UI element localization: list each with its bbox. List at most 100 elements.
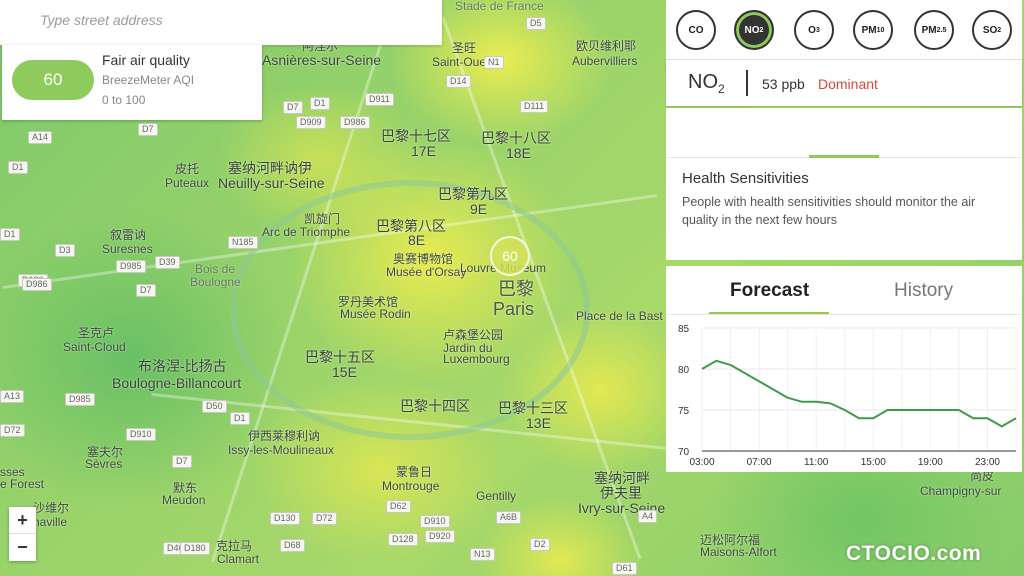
road-number-tag: D909 (296, 116, 326, 129)
map-place-label: Sèvres (85, 457, 123, 471)
health-title: Health Sensitivities (682, 170, 809, 187)
road-number-tag: D14 (446, 75, 471, 88)
road-number-tag: D39 (155, 256, 180, 269)
map-place-label: Puteaux (165, 176, 210, 190)
map-place-label: 蒙鲁日 (396, 465, 433, 479)
road-number-tag: A6B (496, 511, 522, 524)
map-place-label: haville (33, 515, 68, 529)
road-number-tag: D72 (0, 424, 25, 437)
y-tick-label: 70 (678, 447, 690, 458)
road-number-tag: D985 (116, 260, 146, 273)
road-number-tag: D986 (22, 278, 52, 291)
map-place-label: 巴黎十三区 (498, 400, 568, 416)
map-place-label: Musée d'Orsay (386, 265, 467, 279)
health-indicator-bar (809, 155, 879, 158)
tab-forecast[interactable]: Forecast (730, 280, 809, 302)
active-tab-underline (709, 312, 829, 314)
pollutant-concentration: 53 ppb (762, 76, 805, 92)
selected-pollutant-name: NO2 (688, 71, 725, 96)
forecast-chart: 70 75 80 85 03:00 07:00 11:00 15:00 19:00 23:00 (678, 324, 1017, 468)
y-tick-label: 75 (678, 406, 690, 417)
pollutant-button[interactable]: O3 (794, 10, 834, 50)
map-place-label: Saint-Cloud (63, 340, 126, 354)
aqi-summary-card: 60 Fair air quality BreezeMeter AQI 0 to… (2, 45, 262, 120)
map-place-label: 巴黎十四区 (400, 398, 470, 414)
map-place-label: Montrouge (382, 479, 440, 493)
x-tick-label: 07:00 (747, 457, 772, 468)
road-number-tag: D986 (340, 116, 370, 129)
map-place-label: Suresnes (102, 242, 153, 256)
health-recommendation: People with health sensitivities should … (682, 195, 976, 227)
aqi-map-marker[interactable]: 60 (490, 236, 530, 276)
map-place-label: Stade de France (455, 0, 544, 13)
divider (746, 70, 748, 96)
road-number-tag: D111 (520, 100, 549, 113)
road-number-tag: D2 (530, 538, 550, 551)
map-place-label: Paris (493, 299, 535, 319)
dominant-badge: Dominant (818, 76, 878, 92)
road-number-tag: D3 (55, 244, 75, 257)
pollutant-selector: CO NO 2 O 3 PM 10 PM 2.5 SO 2 (666, 0, 1022, 60)
x-tick-label: 19:00 (918, 457, 943, 468)
road-number-tag: A14 (28, 131, 53, 144)
map-place-label: 圣克卢 (78, 326, 115, 340)
map-place-label: 13E (526, 415, 551, 431)
zoom-out-button[interactable]: − (9, 534, 36, 561)
divider (666, 314, 1022, 315)
map-place-label: Clamart (217, 552, 260, 566)
road-number-tag: D68 (280, 539, 305, 552)
pollutant-button[interactable]: CO (676, 10, 716, 50)
road-number-tag: D1 (8, 161, 28, 174)
pollutant-button[interactable]: PM 2.5 (914, 10, 954, 50)
x-tick-label: 11:00 (804, 457, 829, 468)
pollutant-button[interactable]: PM 10 (853, 10, 893, 50)
road-number-tag: D910 (420, 515, 450, 528)
search-input[interactable] (40, 12, 420, 28)
map-place-label: 塞纳河畔讷伊 (228, 160, 312, 176)
map-place-label: Maisons-Alfort (700, 545, 777, 559)
road-number-tag: D130 (270, 512, 300, 525)
search-bar[interactable] (0, 0, 442, 45)
road-number-tag: D7 (283, 101, 303, 114)
map-place-label: 欧贝维利耶 (576, 39, 637, 53)
map-place-label: 塞纳河畔 (594, 470, 650, 486)
map-place-label: Champigny-sur (920, 484, 1002, 498)
map-place-label: Place de la Bast (576, 309, 663, 323)
x-tick-label: 23:00 (975, 457, 1000, 468)
road-number-tag: D72 (312, 512, 337, 525)
pollutant-button[interactable]: SO 2 (972, 10, 1012, 50)
map-place-label: 布洛涅-比扬古 (138, 358, 227, 374)
map-place-label: 巴黎十五区 (305, 349, 375, 365)
map-place-label: Musée Rodin (340, 307, 411, 321)
zoom-control: + − (9, 507, 36, 561)
map-place-label: 沙维尔 (33, 501, 70, 515)
map-place-label: 叙雷讷 (110, 228, 147, 242)
road-number-tag: D61 (612, 562, 637, 575)
road-number-tag: D7 (138, 123, 158, 136)
map-place-label: 巴黎第九区 (438, 186, 508, 202)
map-place-label: Neuilly-sur-Seine (218, 175, 325, 191)
road-number-tag: D920 (425, 530, 455, 543)
map-place-label: Boulogne (190, 275, 241, 289)
map-place-label: Luxembourg (443, 352, 510, 366)
map-place-label: 伊夫里 (600, 485, 642, 501)
road-number-tag: D7 (172, 455, 192, 468)
map-place-label: Boulogne-Billancourt (112, 375, 242, 391)
y-tick-label: 80 (678, 365, 690, 376)
zoom-in-button[interactable]: + (9, 507, 36, 534)
map-place-label: 巴黎十八区 (481, 130, 551, 146)
map-place-label: 18E (506, 145, 531, 161)
tab-history[interactable]: History (894, 280, 953, 302)
road-number-tag: N185 (228, 236, 258, 249)
road-number-tag: N1 (484, 56, 504, 69)
map-place-label: Asnières-sur-Seine (262, 52, 382, 68)
map-place-label: Meudon (162, 493, 206, 507)
pollutant-button[interactable]: NO 2 (734, 10, 774, 50)
map-place-label: 伊西莱穆利讷 (248, 429, 321, 443)
map-place-label: 巴黎十七区 (381, 128, 451, 144)
road-number-tag: D180 (180, 542, 210, 555)
y-tick-label: 85 (678, 324, 690, 335)
map-place-label: Gentilly (476, 489, 517, 503)
map-place-label: Issy-les-Moulineaux (228, 443, 335, 457)
forecast-card: Forecast History 70 75 80 85 03:00 07:00 11:00… (666, 266, 1022, 472)
